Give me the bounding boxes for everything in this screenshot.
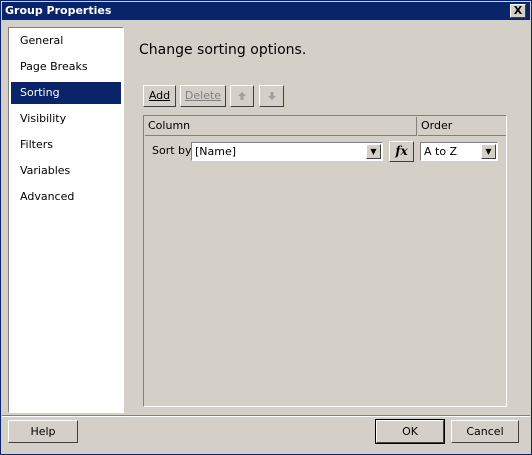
- column-header[interactable]: Column: [145, 117, 417, 136]
- chevron-down-icon[interactable]: ▼: [481, 144, 496, 159]
- arrow-down-icon: [267, 92, 276, 100]
- chevron-down-icon[interactable]: ▼: [366, 144, 381, 159]
- nav-item-page-breaks[interactable]: Page Breaks: [11, 56, 121, 78]
- expression-button[interactable]: fx: [389, 141, 414, 162]
- help-button[interactable]: Help: [8, 420, 78, 443]
- category-nav: General Page Breaks Sorting Visibility F…: [8, 27, 124, 413]
- sort-column-combo[interactable]: [Name] ▼: [191, 142, 383, 161]
- arrow-up-icon: [238, 92, 246, 100]
- nav-item-filters[interactable]: Filters: [11, 134, 121, 156]
- nav-item-advanced[interactable]: Advanced: [11, 186, 121, 208]
- sort-grid: Column Order Sort by [Name] ▼ fx A to Z …: [143, 115, 507, 407]
- window-title: Group Properties: [5, 4, 112, 17]
- nav-item-visibility[interactable]: Visibility: [11, 108, 121, 130]
- move-down-button[interactable]: [259, 85, 284, 107]
- delete-button[interactable]: Delete: [180, 85, 226, 107]
- ok-button[interactable]: OK: [375, 419, 445, 444]
- close-button[interactable]: X: [510, 4, 526, 18]
- page-title: Change sorting options.: [139, 42, 307, 58]
- nav-item-sorting[interactable]: Sorting: [11, 82, 121, 104]
- add-button-label: Add: [148, 89, 171, 102]
- title-bar[interactable]: Group Properties X: [2, 2, 530, 20]
- group-properties-dialog: Group Properties X General Page Breaks S…: [0, 0, 532, 455]
- sort-order-value: A to Z: [424, 145, 458, 158]
- cancel-button[interactable]: Cancel: [451, 420, 519, 443]
- move-up-button[interactable]: [230, 85, 254, 107]
- add-button[interactable]: Add: [143, 85, 176, 107]
- footer-divider: [2, 415, 530, 417]
- sort-order-combo[interactable]: A to Z ▼: [420, 142, 498, 161]
- nav-item-general[interactable]: General: [11, 30, 121, 52]
- sort-by-label: Sort by: [152, 144, 192, 157]
- delete-button-label: Delete: [184, 89, 222, 102]
- nav-item-variables[interactable]: Variables: [11, 160, 121, 182]
- sort-column-value: [Name]: [195, 145, 237, 158]
- order-header[interactable]: Order: [418, 117, 506, 136]
